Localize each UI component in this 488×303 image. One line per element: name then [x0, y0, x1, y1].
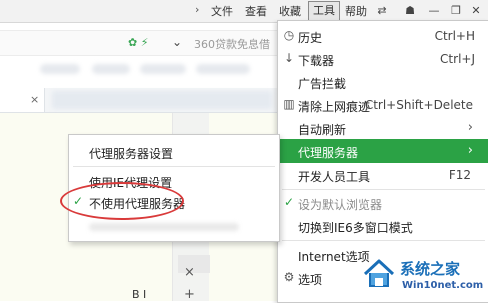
watermark: 系统之家 Win10net.com: [358, 250, 488, 301]
check-icon: ✓: [283, 195, 295, 209]
bookmark-item[interactable]: [140, 64, 186, 74]
watermark-subtitle: Win10net.com: [402, 280, 484, 291]
menu-item-shortcut: Ctrl+Shift+Delete: [364, 98, 473, 112]
menu-item-clear-history[interactable]: ▥ 清除上网痕迹 Ctrl+Shift+Delete: [278, 94, 488, 116]
menu-separator: [73, 166, 275, 167]
menu-item-label: 历史: [298, 31, 323, 45]
menu-item-shortcut: F12: [448, 168, 471, 182]
menu-item-label: 切换到IE6多窗口模式: [298, 221, 413, 235]
tab-current[interactable]: ×: [0, 88, 45, 112]
trash-icon: ▥: [283, 97, 295, 111]
restore-button[interactable]: ❐: [446, 2, 466, 20]
menubar-more-icon[interactable]: ›: [195, 3, 199, 16]
gear-icon: ⚙: [283, 270, 295, 284]
menu-item-downloads[interactable]: ↓ 下载器 Ctrl+J: [278, 48, 488, 70]
chevron-right-icon: ›: [467, 120, 473, 135]
menu-item-devtools[interactable]: 开发人员工具 F12: [278, 164, 488, 186]
menu-item-label: 代理服务器: [298, 146, 359, 160]
menu-item-label: 选项: [298, 273, 323, 287]
bookmark-item[interactable]: [40, 64, 80, 74]
menu-item-label: 下载器: [298, 54, 335, 68]
bookmark-item[interactable]: [92, 64, 130, 74]
search-input[interactable]: 360贷款免息借: [194, 36, 270, 52]
watermark-title: 系统之家: [400, 260, 461, 278]
plus-icon[interactable]: +: [184, 287, 195, 302]
menu-item-label: 开发人员工具: [298, 170, 371, 184]
menu-file[interactable]: 文件: [211, 3, 233, 19]
menu-item-label: 广告拦截: [298, 77, 347, 91]
menu-item-set-default[interactable]: ✓ 设为默认浏览器: [278, 192, 488, 214]
menu-tools[interactable]: 工具: [308, 1, 340, 21]
menu-item-history[interactable]: ◷ 历史 Ctrl+H: [278, 25, 488, 47]
house-logo-icon: [363, 259, 395, 287]
format-toolbar[interactable]: B I: [132, 288, 146, 301]
blurred-item: [89, 223, 239, 231]
menu-item-shortcut: Ctrl+H: [434, 29, 475, 43]
submenu-item-label: 代理服务器设置: [89, 147, 174, 161]
menu-favorites[interactable]: 收藏: [279, 3, 301, 19]
chevron-down-icon[interactable]: ⌄: [172, 35, 182, 49]
menu-item-label: 清除上网痕迹: [298, 100, 371, 114]
menu-item-proxy[interactable]: 代理服务器 ›: [278, 139, 488, 163]
download-icon: ↓: [283, 51, 295, 65]
menu-item-auto-refresh[interactable]: 自动刷新 ›: [278, 117, 488, 139]
menu-item-label: 设为默认浏览器: [298, 198, 383, 212]
skin-icon[interactable]: ☗: [400, 2, 420, 20]
menu-item-ie6-mode[interactable]: 切换到IE6多窗口模式: [278, 215, 488, 237]
pin-icon[interactable]: ⇄: [372, 2, 392, 20]
minimize-button[interactable]: —: [424, 2, 444, 20]
close-button[interactable]: ✕: [466, 2, 486, 20]
menu-item-shortcut: Ctrl+J: [440, 52, 475, 66]
chevron-right-icon: ›: [467, 143, 473, 158]
menu-item-label: 自动刷新: [298, 123, 347, 137]
submenu-item-proxy-settings[interactable]: 代理服务器设置: [69, 140, 279, 164]
menu-separator: [282, 189, 485, 190]
annotation-circle: [60, 182, 184, 220]
history-icon: ◷: [283, 28, 295, 42]
menu-separator: [282, 240, 485, 241]
tab-blurred[interactable]: [52, 91, 272, 109]
bookmark-item[interactable]: [196, 64, 250, 74]
menu-help[interactable]: 帮助: [345, 3, 367, 19]
menu-view[interactable]: 查看: [245, 3, 267, 19]
security-icon[interactable]: ✿ ⚡: [128, 36, 148, 49]
close-icon[interactable]: ×: [30, 93, 39, 106]
menu-item-adblock[interactable]: 广告拦截: [278, 71, 488, 93]
close-icon[interactable]: ×: [184, 265, 195, 280]
